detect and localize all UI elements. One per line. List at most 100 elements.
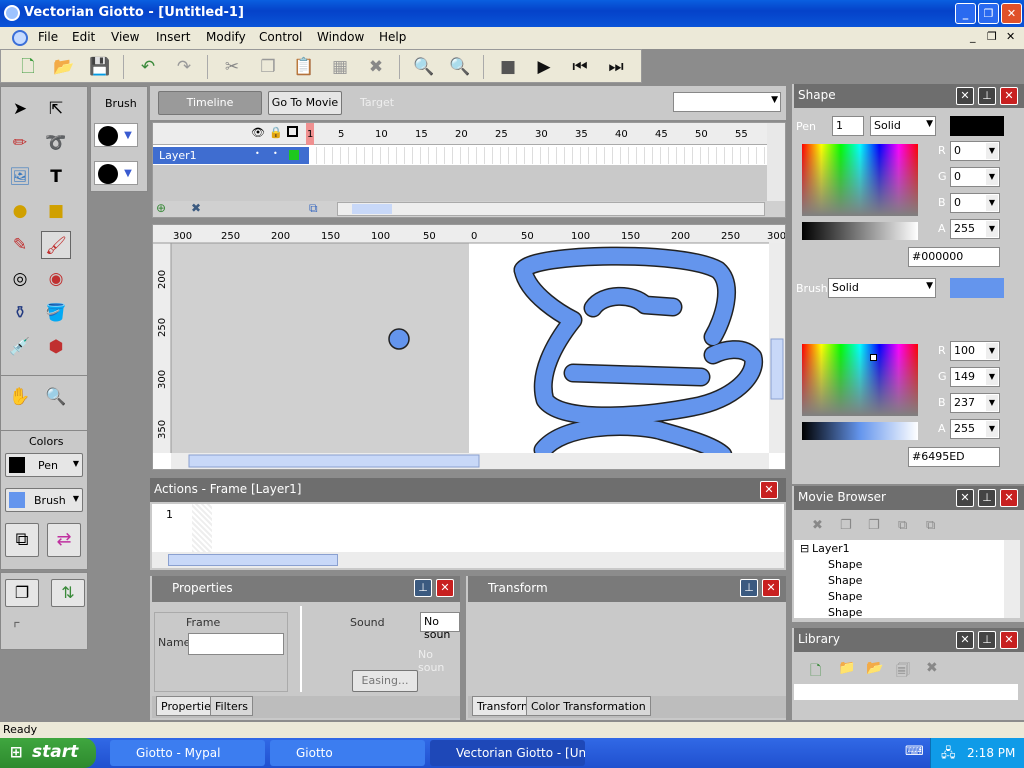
go-to-movie-button[interactable]: Go To Movie	[268, 91, 342, 115]
pen-hex-input[interactable]: #000000	[908, 247, 1000, 267]
pen-a-input[interactable]: 255 ▼	[950, 219, 1000, 239]
pin-icon[interactable]: ⊥	[740, 579, 758, 597]
new-file-icon[interactable]: 🗋	[17, 56, 39, 78]
menu-view[interactable]: View	[111, 30, 139, 44]
menu-modify[interactable]: Modify	[206, 30, 246, 44]
move-down-icon[interactable]: ⧉	[898, 518, 907, 533]
lasso-tool-icon[interactable]: ➰	[41, 129, 71, 157]
line-tool-icon[interactable]: ✏	[5, 129, 35, 157]
paste-icon[interactable]: 📋	[293, 56, 315, 78]
pin-icon[interactable]: ⊥	[978, 87, 996, 105]
undo-icon[interactable]: ↶	[137, 56, 159, 78]
actions-hscroll[interactable]	[152, 552, 784, 568]
pen-g-input[interactable]: 0 ▼	[950, 167, 1000, 187]
delete-layer-icon[interactable]: ✖	[191, 201, 201, 215]
menu-insert[interactable]: Insert	[156, 30, 190, 44]
add-layer-icon[interactable]: ⊕	[156, 201, 166, 215]
close-icon[interactable]: ✕	[956, 631, 974, 649]
paint-bucket-tool-icon[interactable]: 🪣	[41, 299, 71, 327]
close-icon[interactable]: ✕	[956, 87, 974, 105]
cut-icon[interactable]: ✂	[221, 56, 243, 78]
brush-tool-icon[interactable]: 🖌	[41, 231, 71, 259]
maximize-button[interactable]: ❐	[978, 3, 999, 24]
zoom-out-icon[interactable]: 🔍	[449, 56, 471, 78]
easing-button[interactable]: Easing...	[352, 670, 418, 692]
brush-b-input[interactable]: 237 ▼	[950, 393, 1000, 413]
brush-a-input[interactable]: 255 ▼	[950, 419, 1000, 439]
zoom-in-icon[interactable]: 🔍	[413, 56, 435, 78]
transform-tool-icon[interactable]: ◎	[5, 265, 35, 293]
task-giotto-folder[interactable]: Giotto	[270, 740, 425, 766]
close-icon[interactable]: ✕	[1000, 631, 1018, 649]
lock-icon[interactable]: 🔒	[269, 126, 283, 139]
outline-icon[interactable]	[287, 126, 298, 137]
pin-icon[interactable]: ⊥	[978, 631, 996, 649]
movie-tree[interactable]: ⊟ Layer1 Shape Shape Shape Shape	[794, 540, 1020, 619]
frame-name-input[interactable]	[188, 633, 284, 655]
rewind-icon[interactable]: ⏮	[569, 56, 591, 78]
duplicate-icon[interactable]: ❐	[840, 518, 852, 533]
close-icon[interactable]: ✕	[1000, 489, 1018, 507]
menu-file[interactable]: File	[38, 30, 58, 44]
lock-dot[interactable]: •	[273, 149, 278, 158]
task-giotto-mypal[interactable]: Giotto - Mypal	[110, 740, 265, 766]
pen-color-preview[interactable]	[950, 116, 1004, 136]
save-icon[interactable]: 💾	[89, 56, 111, 78]
network-icon[interactable]: 🖧	[941, 744, 956, 766]
tree-collapse-icon[interactable]: ⊟	[800, 542, 809, 555]
text-tool-icon[interactable]: T	[41, 163, 71, 191]
redo-icon[interactable]: ↷	[173, 56, 195, 78]
arrow-tool-icon[interactable]: ➤	[5, 95, 35, 123]
close-button[interactable]: ✕	[1001, 3, 1022, 24]
actions-editor[interactable]: 1	[152, 504, 784, 552]
default-colors-button[interactable]: ⧉	[5, 523, 39, 557]
timeline-vscroll[interactable]	[767, 123, 785, 201]
rectangle-tool-icon[interactable]: ■	[41, 197, 71, 225]
mdi-restore-button[interactable]: ❐	[987, 30, 997, 43]
layer-row[interactable]: Layer1 • •	[153, 147, 309, 164]
step-forward-icon[interactable]: ⏭	[605, 56, 627, 78]
menu-window[interactable]: Window	[317, 30, 364, 44]
corner-icon[interactable]: ⌜	[13, 619, 21, 638]
pen-lightness-slider[interactable]	[802, 222, 918, 240]
frame-cells[interactable]	[309, 147, 767, 164]
menu-edit[interactable]: Edit	[72, 30, 95, 44]
stage-svg[interactable]: 300 250 200 150 100 50 0 50 100 150 200 …	[153, 225, 786, 470]
group-icon[interactable]: ❐	[868, 518, 880, 533]
tree-item-shape[interactable]: Shape	[828, 574, 862, 587]
tree-item-shape[interactable]: Shape	[828, 606, 862, 619]
swap-colors-button[interactable]: ⇄	[47, 523, 81, 557]
mdi-close-button[interactable]: ✕	[1006, 30, 1015, 43]
tree-item-shape[interactable]: Shape	[828, 590, 862, 603]
hand-tool-icon[interactable]: ✋	[5, 383, 35, 411]
close-icon[interactable]: ✕	[1000, 87, 1018, 105]
tree-item-layer[interactable]: Layer1	[812, 542, 850, 555]
brush-hex-input[interactable]: #6495ED	[908, 447, 1000, 467]
pen-width-input[interactable]: 1	[832, 116, 864, 136]
zoom-tool-icon[interactable]: 🔍	[41, 383, 71, 411]
image-tool-icon[interactable]: 🖼	[5, 163, 35, 191]
brush-style-select[interactable]: Solid ▼	[828, 278, 936, 298]
pen-color-picker[interactable]	[802, 144, 918, 216]
brush-color-button[interactable]: Brush ▼	[5, 488, 83, 512]
paste-special-icon[interactable]: ▦	[329, 56, 351, 78]
open-folder-icon[interactable]: 📂	[53, 56, 75, 78]
eraser-tool-icon[interactable]: ⬢	[41, 333, 71, 361]
menu-help[interactable]: Help	[379, 30, 406, 44]
ink-bottle-tool-icon[interactable]: ⚱	[5, 299, 35, 327]
close-icon[interactable]: ✕	[956, 489, 974, 507]
pin-icon[interactable]: ⊥	[414, 579, 432, 597]
brush-color-picker[interactable]	[802, 344, 918, 416]
brush-color-preview[interactable]	[950, 278, 1004, 298]
visibility-dot[interactable]: •	[255, 149, 260, 158]
delete-icon[interactable]: ✖	[365, 56, 387, 78]
timeline-hscroll[interactable]	[337, 202, 765, 216]
keyboard-icon[interactable]: ⌨	[905, 744, 924, 759]
menu-control[interactable]: Control	[259, 30, 302, 44]
window-titlebar[interactable]: Vectorian Giotto - [Untitled-1] _ ❐ ✕	[0, 0, 1024, 27]
eyedropper-tool-icon[interactable]: 💉	[5, 333, 35, 361]
timeline-button[interactable]: Timeline	[158, 91, 262, 115]
tab-filters[interactable]: Filters	[210, 696, 253, 716]
brush-r-input[interactable]: 100 ▼	[950, 341, 1000, 361]
move-up-icon[interactable]: ⧉	[926, 518, 935, 533]
